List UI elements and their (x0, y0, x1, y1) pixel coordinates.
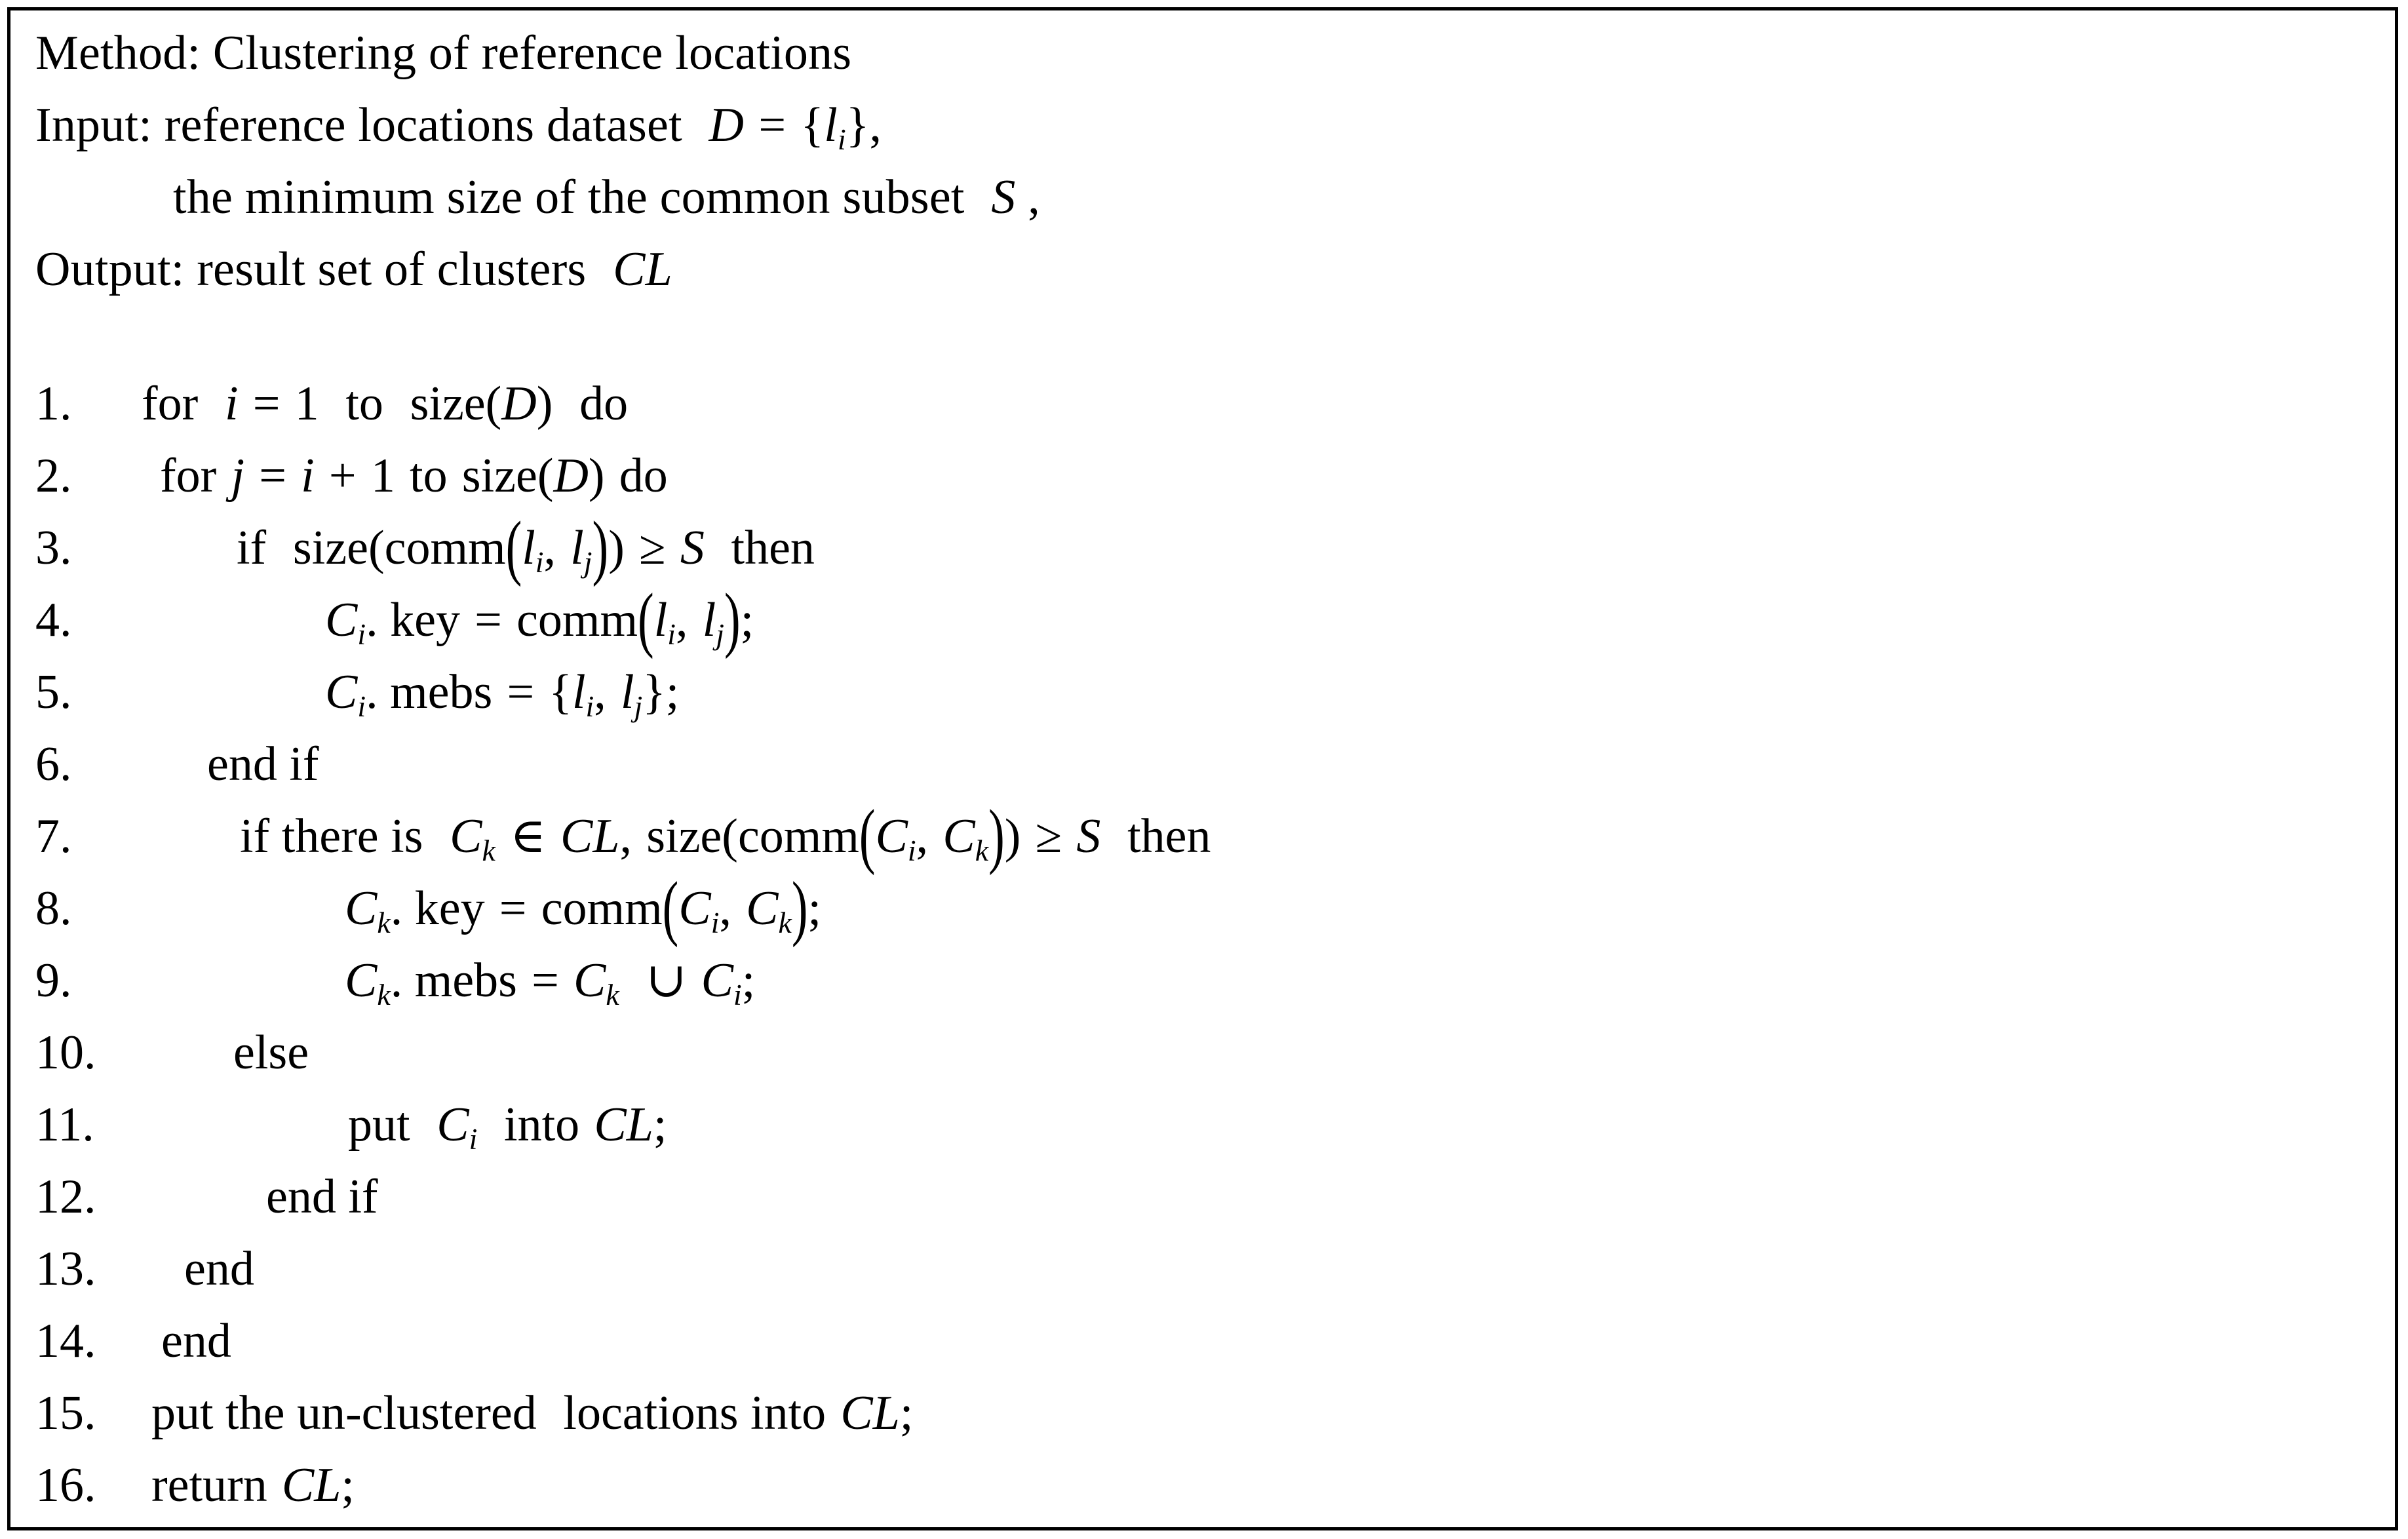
step-row: 9. Ck. mebs = Ck ∪ Ci; (10, 956, 2395, 1027)
step-row: 16. return CL; (10, 1461, 2395, 1532)
step-body: Ck. mebs = Ck ∪ Ci; (345, 954, 756, 1011)
step-row: 11. put Ci into CL; (10, 1101, 2395, 1171)
step-body: return CL; (151, 1458, 355, 1512)
step-number: 11. (35, 1098, 94, 1152)
step-row: 2. for j = i +1 to size(D) do (10, 452, 2395, 522)
step-row: 3. if size(comm(li, lj)) ≥ Sthen (10, 507, 2395, 594)
step-body: Ck. key = comm(Ci, Ck); (345, 867, 822, 948)
step-number: 3. (35, 521, 72, 575)
step-number: 14. (35, 1314, 96, 1368)
step-number: 15. (35, 1386, 96, 1440)
step-number: 6. (35, 737, 72, 791)
step-row: 4. Ci. key = comm(li, lj); (10, 579, 2395, 667)
output-line: Output: result set of clusters CL (35, 245, 672, 294)
location-subscript: i (837, 122, 846, 156)
comma: , (1015, 170, 1040, 224)
brace-open: { (800, 98, 825, 152)
step-body: for i = 1 to size(D) do (142, 377, 629, 431)
equals-operator: = (758, 98, 786, 152)
brace-close: } (845, 98, 870, 152)
step-number: 13. (35, 1242, 96, 1296)
input-label: Input: reference locations dataset (35, 98, 682, 152)
comma: , (869, 98, 882, 152)
step-row: 6. end if (10, 740, 2395, 811)
step-number: 1. (35, 377, 72, 431)
algorithm-content: Method: Clustering of reference location… (10, 10, 2395, 1527)
step-body: for j = i +1 to size(D) do (160, 449, 668, 503)
step-number: 2. (35, 449, 72, 503)
step-body: end (161, 1314, 231, 1368)
algorithm-box: Method: Clustering of reference location… (7, 7, 2398, 1530)
step-row: 12. end if (10, 1173, 2395, 1243)
step-body: if size(comm(li, lj)) ≥ Sthen (237, 507, 815, 588)
step-row: 13. end (10, 1245, 2395, 1315)
input-line-2: the minimum size of the common subset S , (173, 173, 1040, 222)
step-body: end if (207, 737, 319, 791)
min-size-label: the minimum size of the common subset (173, 170, 965, 224)
step-body: end (184, 1242, 254, 1296)
step-row: 15. put the un-clustered locations into CL… (10, 1389, 2395, 1460)
step-row: 10. else (10, 1028, 2395, 1099)
step-number: 5. (35, 665, 72, 719)
input-line: Input: reference locations dataset D = {li}… (35, 101, 882, 155)
step-number: 16. (35, 1458, 96, 1512)
step-body: if there is Ck ∈ CL, size(comm(Ci, Ck)) ≥ Sthen (240, 795, 1211, 876)
step-number: 8. (35, 882, 72, 935)
cluster-set-symbol: CL (613, 243, 673, 296)
min-size-symbol: S (991, 170, 1016, 224)
step-number: 10. (35, 1026, 96, 1080)
step-body: Ci. mebs = {li, lj}; (325, 665, 680, 723)
step-body: Ci. key = comm(li, lj); (325, 579, 754, 660)
step-body: else (233, 1026, 309, 1080)
step-row: 7. if there is Ck ∈ CL, size(comm(Ci, Ck)) ≥ St… (10, 795, 2395, 883)
step-number: 7. (35, 809, 72, 863)
step-row: 8. Ck. key = comm(Ci, Ck); (10, 867, 2395, 955)
location-symbol: l (824, 98, 838, 152)
output-label: Output: result set of clusters (35, 243, 587, 296)
step-number: 4. (35, 593, 72, 647)
step-row: 5. Ci. mebs = {li, lj}; (10, 668, 2395, 739)
step-row: 1. for i = 1 to size(D) do (10, 380, 2395, 450)
step-body: put Ci into CL; (348, 1098, 667, 1156)
step-number: 12. (35, 1170, 96, 1224)
method-line: Method: Clustering of reference location… (35, 29, 851, 77)
input-dataset-symbol: D (709, 98, 745, 152)
method-label: Method: Clustering of reference location… (35, 26, 852, 80)
step-number: 9. (35, 954, 72, 1007)
step-body: end if (266, 1170, 378, 1224)
step-row: 14. end (10, 1317, 2395, 1388)
step-body: put the un-clustered locations into CL; (151, 1386, 914, 1440)
